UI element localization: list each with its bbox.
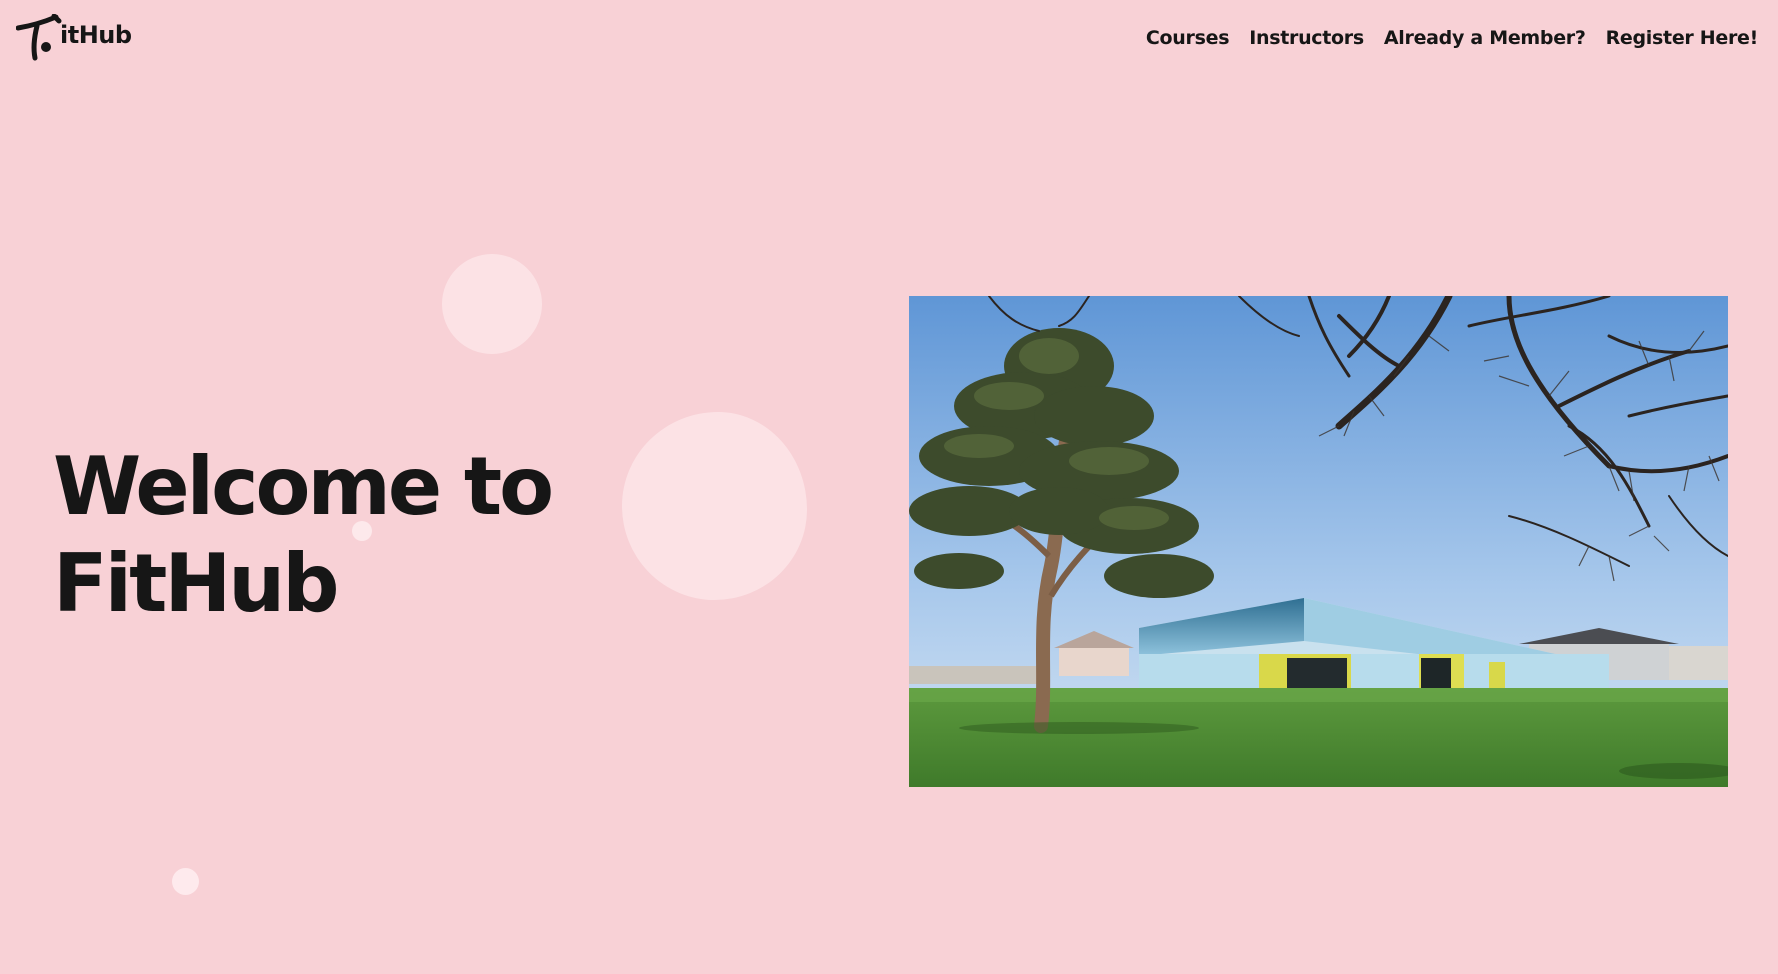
hero-title-line1: Welcome to: [53, 440, 554, 533]
decorative-bubble: [622, 412, 807, 600]
logo-text: itHub: [60, 21, 132, 49]
landing-page: itHub Courses Instructors Already a Memb…: [0, 0, 1778, 974]
nav-courses-link[interactable]: Courses: [1146, 27, 1230, 49]
nav-register-link[interactable]: Register Here!: [1606, 27, 1759, 49]
main-nav: Courses Instructors Already a Member? Re…: [1146, 27, 1758, 49]
nav-login-link[interactable]: Already a Member?: [1384, 27, 1586, 49]
fithub-logo-icon: [16, 14, 62, 61]
decorative-bubble: [172, 868, 199, 895]
hero-title-line2: FitHub: [53, 537, 339, 630]
hero-title: Welcome to FitHub: [53, 438, 554, 632]
fithub-logo[interactable]: itHub: [16, 14, 132, 62]
nav-instructors-link[interactable]: Instructors: [1249, 27, 1364, 49]
decorative-bubble: [442, 254, 542, 354]
gym-building-photo: [909, 296, 1728, 787]
hero-image: [909, 296, 1728, 787]
